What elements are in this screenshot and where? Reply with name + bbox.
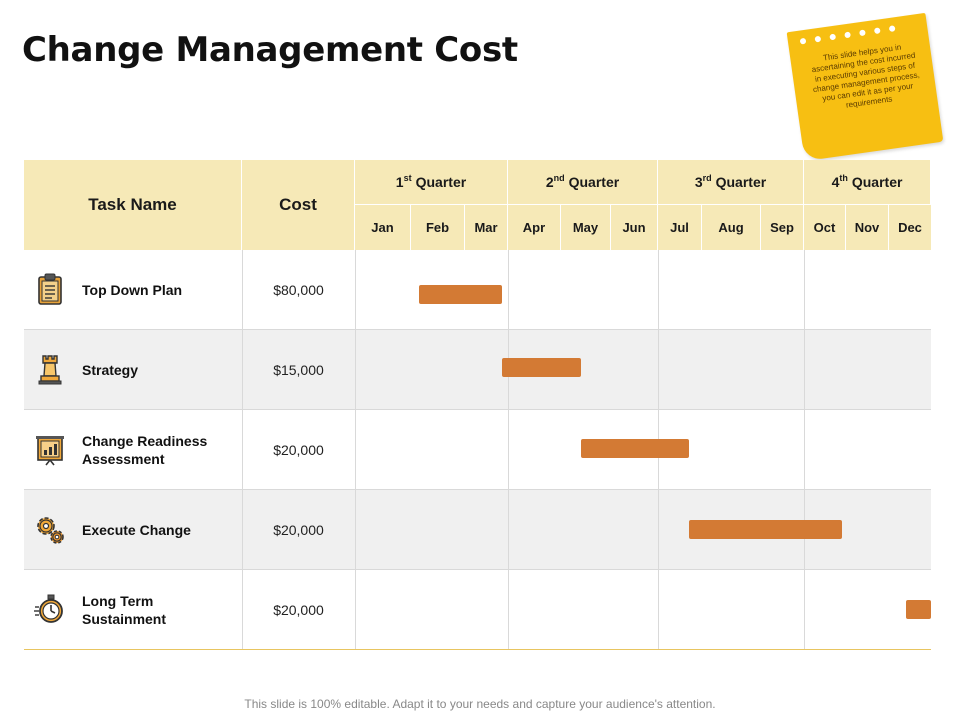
chart-board-icon [34,432,66,466]
quarter-header: 3rd Quarter [658,160,804,205]
month-header: Dec [898,220,922,235]
task-name-line: Strategy [82,362,139,378]
task-name-line: Long Term [82,593,154,609]
column-divider [355,330,356,409]
column-divider [508,570,509,649]
task-name: Change Readiness Assessment [82,410,232,490]
task-cost: $15,000 [273,362,324,378]
column-divider [355,490,356,569]
task-cost: $20,000 [273,522,324,538]
month-header: Sep [761,205,804,250]
column-divider [804,330,805,409]
quarter-number: 4 [831,174,840,190]
quarter-label: Quarter [851,174,903,190]
column-divider [355,570,356,649]
chess-rook-icon [34,352,66,386]
task-name: Execute Change [82,490,232,570]
task-cost: $20,000 [273,442,324,458]
quarter-label: Quarter [568,174,620,190]
month-header: May [561,205,611,250]
task-name-text: Strategy [82,361,138,379]
task-name-line: Top Down Plan [82,282,183,298]
task-name-line: Change Readiness [82,433,208,449]
sticky-note-text: This slide helps you in ascertaining the… [811,42,921,110]
quarter-number: 3 [694,174,703,190]
column-divider [508,410,509,489]
column-divider [658,570,659,649]
month-header: Jul [658,205,702,250]
cost-header: Cost [242,160,355,250]
column-divider [355,410,356,489]
sticky-holes [799,25,896,45]
column-divider [508,490,509,569]
task-name-text: Execute Change [82,521,191,539]
task-name-line: Assessment [82,451,165,467]
column-divider [355,250,356,329]
task-name-header: Task Name [24,160,242,250]
column-divider [658,330,659,409]
quarter-ordinal-suffix: rd [702,173,712,183]
task-name-text: Long Term Sustainment [82,592,166,628]
month-header: Nov [846,205,889,250]
table-row: Top Down Plan $80,000 [24,250,931,330]
table-row: Change Readiness Assessment $20,000 [24,410,931,490]
sticky-note: This slide helps you in ascertaining the… [786,12,944,162]
quarter-header: 4th Quarter [804,160,931,205]
column-divider [658,490,659,569]
quarter-ordinal-suffix: th [839,173,848,183]
footer-note: This slide is 100% editable. Adapt it to… [244,697,716,711]
cost-gantt-table: Task Name Cost 1st Quarter 2nd Quarter 3rd Qu… [24,160,931,650]
timeline-bar [688,520,842,539]
month-header: Mar [465,205,508,250]
clipboard-icon [34,272,66,306]
table-row: Long Term Sustainment $20,000 [24,570,931,650]
column-divider [804,570,805,649]
quarter-header: 2nd Quarter [508,160,658,205]
quarter-ordinal-suffix: nd [553,173,565,183]
timeline-bar [419,285,502,304]
task-cost: $80,000 [273,282,324,298]
month-header: Apr [508,205,561,250]
quarter-number: 2 [545,174,554,190]
column-divider [804,410,805,489]
quarter-number: 1 [395,174,404,190]
month-header: Aug [702,205,761,250]
timeline-bar [581,439,689,458]
column-divider [804,250,805,329]
table-row: Strategy $15,000 [24,330,931,410]
quarter-header: 1st Quarter [355,160,508,205]
month-header: Jan [355,205,411,250]
column-divider [658,250,659,329]
task-name: Top Down Plan [82,250,232,330]
table-bottom-rule [24,649,931,650]
task-name: Long Term Sustainment [82,570,232,650]
page-title: Change Management Cost [22,30,518,70]
timeline-bar [501,358,581,377]
stopwatch-icon [34,592,66,626]
task-name: Strategy [82,330,232,410]
gears-icon [34,512,66,546]
task-cost: $20,000 [273,602,324,618]
month-header: Jun [611,205,658,250]
task-name-line: Execute Change [82,522,191,538]
table-header: Task Name Cost 1st Quarter 2nd Quarter 3rd Qu… [24,160,931,250]
task-name-text: Top Down Plan [82,281,182,299]
task-name-line: Sustainment [82,611,167,627]
task-name-text: Change Readiness Assessment [82,432,207,468]
month-header: Feb [411,205,465,250]
column-divider [508,250,509,329]
quarter-label: Quarter [715,174,767,190]
table-row: Execute Change $20,000 [24,490,931,570]
timeline-bar [905,600,931,619]
month-header: Oct [804,205,846,250]
quarter-label: Quarter [415,174,467,190]
quarter-ordinal-suffix: st [403,173,412,183]
table-body: Top Down Plan $80,000 Strategy $15,000 Chang… [24,250,931,650]
